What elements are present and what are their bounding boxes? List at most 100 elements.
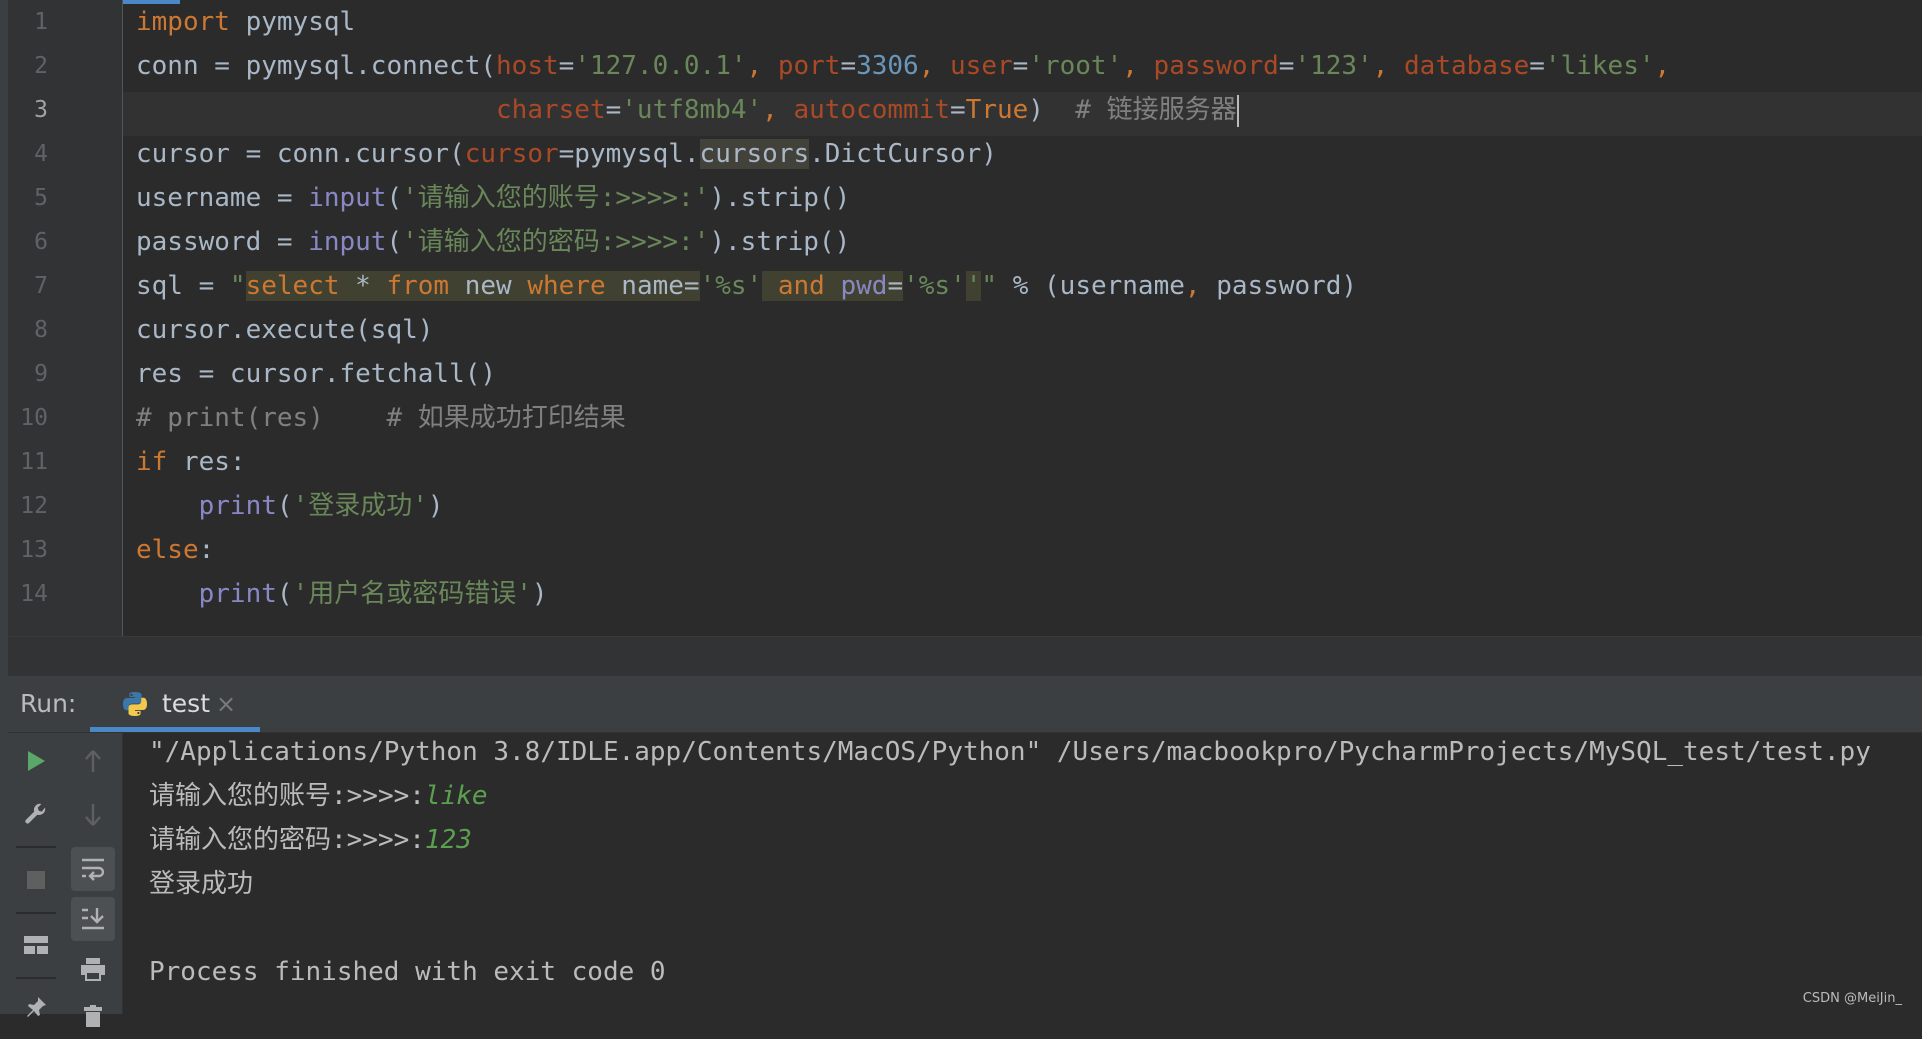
code-token: ) (427, 491, 444, 521)
code-token: " (229, 271, 246, 301)
line-number: 11 (20, 449, 48, 475)
console-prompt: 请输入您的密码:>>>>: (149, 825, 425, 855)
line-number: 10 (20, 405, 48, 431)
code-token: select (245, 271, 340, 301)
console-exit-message: Process finished with exit code 0 (149, 957, 666, 987)
code-line[interactable]: username = input('请输入您的账号:>>>>:').strip(… (136, 176, 850, 220)
code-line[interactable]: password = input('请输入您的密码:>>>>:').strip(… (136, 220, 850, 264)
code-token: print (198, 491, 277, 521)
trash-icon[interactable] (71, 995, 115, 1039)
line-number: 9 (34, 361, 48, 387)
code-token: % (username (997, 271, 1185, 301)
code-line[interactable]: cursor = conn.cursor(cursor=pymysql.curs… (136, 132, 997, 176)
code-token: ).strip() (709, 227, 851, 257)
run-icon[interactable] (14, 739, 58, 783)
code-token: 'likes' (1544, 51, 1655, 81)
code-token: host (496, 51, 559, 81)
code-token: '%s' (699, 271, 763, 301)
code-token: ).strip() (709, 183, 851, 213)
down-arrow-icon[interactable] (71, 793, 115, 837)
print-icon[interactable] (71, 947, 115, 991)
code-token: password) (1216, 271, 1358, 301)
code-token: 'root' (1028, 51, 1123, 81)
run-console[interactable]: "/Applications/Python 3.8/IDLE.app/Conte… (123, 733, 1922, 1014)
up-arrow-icon[interactable] (71, 739, 115, 783)
code-token: username = (136, 183, 309, 213)
code-line[interactable]: if res: (136, 440, 246, 484)
code-line[interactable]: cursor.execute(sql) (136, 308, 433, 352)
code-token: if (136, 447, 168, 477)
line-number: 12 (20, 493, 48, 519)
code-token: , (1184, 271, 1217, 301)
layout-icon[interactable] (14, 923, 58, 967)
code-token: 'utf8mb4' (621, 95, 763, 125)
code-token: password (1153, 51, 1279, 81)
soft-wrap-icon[interactable] (71, 847, 115, 891)
code-line[interactable]: res = cursor.fetchall() (136, 352, 496, 396)
code-token: charset (496, 95, 606, 125)
code-token: 3306 (856, 51, 919, 81)
code-token: input (308, 183, 387, 213)
code-line[interactable]: import pymysql (136, 0, 355, 44)
watermark: CSDN @MeiJin_ (1802, 991, 1902, 1006)
code-line[interactable]: sql = "select * from new where name='%s'… (136, 264, 1357, 308)
wrench-icon[interactable] (14, 793, 58, 837)
code-token: True (965, 95, 1029, 125)
code-editor[interactable]: 1 2 3 4 5 6 7 8 9 10 11 12 13 14 import pymysql conn =… (0, 0, 1922, 636)
code-token: = (950, 95, 966, 125)
code-token: '登录成功' (292, 491, 428, 521)
code-token: '127.0.0.1' (574, 51, 747, 81)
code-token: sql = (136, 271, 230, 301)
code-token: import (136, 7, 230, 37)
code-line[interactable]: else: (136, 528, 214, 572)
text-caret (1236, 94, 1239, 127)
code-token: * (355, 271, 371, 301)
code-token: input (308, 227, 387, 257)
run-tab-test[interactable]: test × (90, 676, 260, 732)
code-line[interactable]: conn = pymysql.connect(host='127.0.0.1',… (136, 44, 1670, 88)
code-token: and (777, 271, 825, 301)
code-token: # 链接服务器 (1075, 95, 1237, 125)
stop-icon[interactable] (14, 858, 58, 902)
code-line[interactable]: print('登录成功') (136, 484, 444, 528)
line-number: 1 (34, 9, 48, 35)
code-token: autocommit (793, 95, 951, 125)
code-token: cursor.execute(sql) (136, 315, 434, 345)
code-token: '请输入您的密码:>>>>:' (402, 227, 710, 257)
close-icon[interactable]: × (216, 676, 236, 732)
code-line[interactable]: # print(res) # 如果成功打印结果 (136, 396, 626, 440)
toolbar-separator (16, 977, 56, 979)
code-token (824, 271, 841, 301)
run-toolbar-secondary (64, 733, 123, 1027)
code-token: pwd (840, 271, 888, 301)
run-toolbar-primary (8, 733, 64, 1017)
code-token: , (746, 51, 778, 81)
code-token: = (840, 51, 857, 81)
code-token: = (558, 51, 575, 81)
toolbar-separator (16, 912, 56, 914)
left-tool-strip (0, 0, 8, 1014)
code-token: res: (167, 447, 246, 477)
code-token: new (449, 271, 528, 301)
code-token: = (1012, 51, 1029, 81)
line-number: 8 (34, 317, 48, 343)
code-token: =pymysql. (558, 139, 700, 169)
line-number: 6 (34, 229, 48, 255)
code-token: port (777, 51, 841, 81)
console-user-input: like (424, 781, 488, 811)
code-token: ( (386, 227, 403, 257)
code-token: ( (276, 579, 293, 609)
code-token: cursors (699, 139, 810, 169)
console-user-input: 123 (424, 825, 472, 855)
scroll-to-end-icon[interactable] (71, 897, 115, 941)
code-token: ( (276, 491, 293, 521)
code-line[interactable]: print('用户名或密码错误') (136, 572, 548, 616)
code-token: database (1404, 51, 1530, 81)
pin-icon[interactable] (14, 985, 58, 1029)
code-line[interactable]: charset='utf8mb4', autocommit=True) # 链接… (136, 88, 1239, 132)
toolbar-separator (16, 846, 56, 848)
code-token: where (527, 271, 606, 301)
